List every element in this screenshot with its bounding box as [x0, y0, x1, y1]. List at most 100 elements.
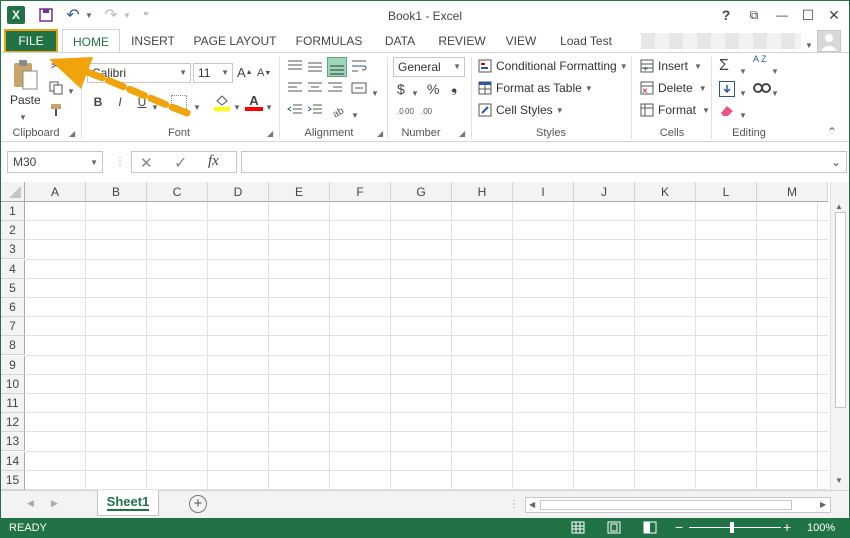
font-color-dropdown-icon[interactable]: ▼	[265, 99, 273, 113]
tab-load-test[interactable]: Load Test	[551, 29, 621, 53]
tab-file[interactable]: FILE	[4, 29, 58, 53]
format-cells-button[interactable]: Format ▼	[639, 103, 710, 117]
row-header-9[interactable]: 9	[1, 355, 25, 375]
column-header-l[interactable]: L	[696, 182, 757, 202]
decrease-indent-icon[interactable]	[287, 103, 305, 119]
wrap-text-icon[interactable]	[351, 59, 369, 75]
collapse-ribbon-icon[interactable]: ⌃	[827, 125, 837, 139]
row-header-13[interactable]: 13	[1, 432, 25, 452]
column-header-i[interactable]: I	[513, 182, 574, 202]
scroll-down-icon[interactable]: ▼	[835, 476, 843, 485]
cut-icon[interactable]: ✂	[47, 57, 65, 75]
row-header-2[interactable]: 2	[1, 221, 25, 241]
column-header-m[interactable]: M	[757, 182, 828, 202]
fill-color-icon[interactable]	[213, 93, 231, 111]
align-right-icon[interactable]	[327, 81, 345, 97]
fill-icon[interactable]	[719, 81, 735, 97]
column-header-d[interactable]: D	[208, 182, 269, 202]
autosum-icon[interactable]: Σ	[719, 57, 729, 75]
orientation-dropdown-icon[interactable]: ▼	[351, 107, 359, 121]
column-header-h[interactable]: H	[452, 182, 513, 202]
format-as-table-button[interactable]: Format as Table ▼	[477, 81, 593, 95]
page-layout-view-icon[interactable]	[607, 521, 623, 535]
paste-icon[interactable]	[11, 59, 39, 91]
column-header-f[interactable]: F	[330, 182, 391, 202]
cancel-icon[interactable]: ✕	[140, 154, 153, 172]
underline-button[interactable]: U	[135, 95, 149, 109]
help-button[interactable]: ?	[713, 3, 739, 27]
middle-align-icon[interactable]	[307, 59, 325, 75]
conditional-formatting-button[interactable]: Conditional Formatting ▼	[477, 59, 628, 73]
ribbon-display-options-icon[interactable]: ⧉	[741, 3, 767, 27]
zoom-level[interactable]: 100%	[807, 522, 835, 534]
new-sheet-button[interactable]: +	[189, 495, 207, 513]
bottom-align-icon[interactable]	[327, 57, 347, 77]
shrink-font-icon[interactable]: A ▼	[257, 67, 271, 79]
italic-button[interactable]: I	[113, 95, 127, 109]
row-header-4[interactable]: 4	[1, 259, 25, 279]
tab-home[interactable]: HOME	[62, 29, 120, 54]
tab-formulas[interactable]: FORMULAS	[289, 29, 369, 53]
row-header-3[interactable]: 3	[1, 240, 25, 260]
decrease-decimal-icon[interactable]: .00	[421, 103, 441, 119]
horizontal-scrollbar[interactable]: ◀ ▶	[525, 497, 831, 513]
find-select-icon[interactable]	[753, 79, 771, 97]
cell-styles-button[interactable]: Cell Styles ▼	[477, 103, 564, 117]
tab-insert[interactable]: INSERT	[125, 29, 181, 53]
copy-icon[interactable]	[47, 79, 65, 97]
merge-center-icon[interactable]	[351, 81, 369, 97]
row-header-12[interactable]: 12	[1, 413, 25, 433]
scroll-left-icon[interactable]: ◀	[529, 500, 535, 509]
comma-style-icon[interactable]: ❟	[451, 79, 457, 97]
column-header-k[interactable]: K	[635, 182, 696, 202]
zoom-out-button[interactable]: −	[675, 519, 683, 535]
scroll-up-icon[interactable]: ▲	[835, 202, 843, 211]
page-break-view-icon[interactable]	[643, 521, 659, 535]
sort-filter-icon[interactable]: A Z	[753, 55, 773, 75]
underline-dropdown-icon[interactable]: ▼	[151, 99, 159, 113]
increase-decimal-icon[interactable]: .0 00	[397, 103, 417, 119]
column-header-c[interactable]: C	[147, 182, 208, 202]
borders-icon[interactable]	[171, 95, 187, 111]
row-header-1[interactable]: 1	[1, 202, 25, 221]
zoom-in-button[interactable]: +	[783, 519, 791, 535]
zoom-slider-thumb[interactable]	[730, 522, 734, 533]
row-header-14[interactable]: 14	[1, 451, 25, 471]
number-launcher-icon[interactable]: ◢	[459, 129, 465, 138]
increase-indent-icon[interactable]	[307, 103, 325, 119]
zoom-slider[interactable]	[689, 527, 781, 528]
tab-page-layout[interactable]: PAGE LAYOUT	[187, 29, 283, 53]
account-name-blurred[interactable]	[641, 33, 801, 49]
expand-formula-bar-icon[interactable]: ⌄	[831, 155, 841, 169]
clipboard-launcher-icon[interactable]: ◢	[69, 129, 75, 138]
currency-dropdown-icon[interactable]: ▼	[411, 85, 419, 99]
horizontal-scroll-thumb[interactable]	[540, 500, 792, 510]
avatar[interactable]	[817, 30, 841, 52]
row-header-7[interactable]: 7	[1, 317, 25, 337]
clear-icon[interactable]	[719, 103, 735, 119]
orientation-icon[interactable]: ab	[331, 103, 349, 120]
font-launcher-icon[interactable]: ◢	[267, 129, 273, 138]
number-format-combo[interactable]: General ▼	[393, 57, 465, 77]
bold-button[interactable]: B	[91, 95, 105, 109]
next-sheet-icon[interactable]: ▶	[51, 498, 58, 509]
tab-split-grip-icon[interactable]: ⋮	[509, 499, 519, 510]
insert-cells-button[interactable]: + Insert ▼	[639, 59, 702, 73]
insert-function-icon[interactable]: fx	[208, 153, 219, 170]
borders-dropdown-icon[interactable]: ▼	[193, 99, 201, 113]
normal-view-icon[interactable]	[571, 521, 587, 535]
delete-cells-button[interactable]: × Delete ▼	[639, 81, 707, 95]
autosum-dropdown-icon[interactable]: ▼	[739, 63, 747, 77]
grow-font-icon[interactable]: A ▲	[237, 65, 253, 80]
format-painter-icon[interactable]	[47, 101, 65, 119]
account-dropdown-icon[interactable]: ▼	[805, 37, 813, 51]
scroll-right-icon[interactable]: ▶	[820, 500, 826, 509]
worksheet-grid[interactable]: ABCDEFGHIJKLM 1 2 3 4 5 6 7 8 9 10 11 12 13 14 15 ▲ ▼	[1, 182, 849, 490]
maximize-button[interactable]: ☐	[795, 3, 821, 27]
percent-icon[interactable]: %	[427, 81, 439, 97]
row-header-11[interactable]: 11	[1, 394, 25, 413]
merge-dropdown-icon[interactable]: ▼	[371, 85, 379, 99]
font-name-combo[interactable]: Calibri ▼	[87, 63, 191, 83]
font-color-icon[interactable]: A	[245, 93, 263, 111]
sheet-tab-sheet1[interactable]: Sheet1	[97, 490, 159, 516]
